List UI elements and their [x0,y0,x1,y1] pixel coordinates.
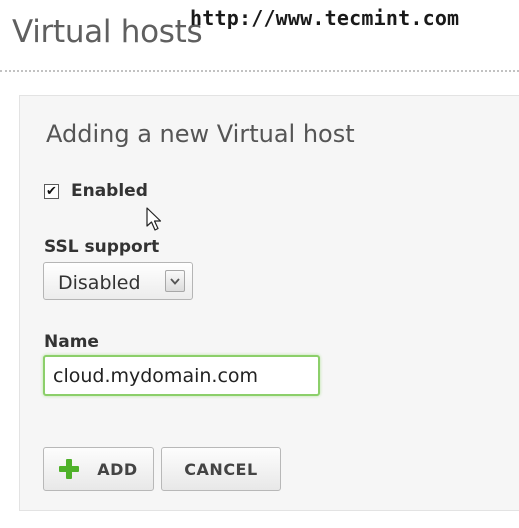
plus-icon [59,459,80,479]
add-button-label: ADD [97,459,138,479]
title-divider [0,70,519,72]
cancel-button[interactable]: CANCEL [161,447,281,491]
add-virtual-host-panel: Adding a new Virtual host ✔ Enabled SSL … [19,95,519,511]
cancel-button-label: CANCEL [184,459,258,479]
name-input[interactable] [43,355,320,396]
page-title: Virtual hosts [12,14,203,50]
enabled-checkbox[interactable]: ✔ [44,183,59,199]
select-dropdown-button[interactable] [165,270,185,292]
enabled-row[interactable]: ✔ Enabled [44,181,148,201]
name-label: Name [44,332,99,352]
ssl-support-select[interactable]: Disabled [43,262,193,300]
add-button[interactable]: ADD [43,447,154,491]
chevron-down-icon [170,277,180,285]
enabled-label: Enabled [71,181,148,201]
watermark-url: http://www.tecmint.com [190,6,460,30]
mouse-cursor-icon [146,207,162,231]
ssl-support-value: Disabled [58,272,141,294]
ssl-support-label: SSL support [44,237,160,257]
checkmark-icon: ✔ [46,183,57,199]
form-title: Adding a new Virtual host [46,120,355,148]
